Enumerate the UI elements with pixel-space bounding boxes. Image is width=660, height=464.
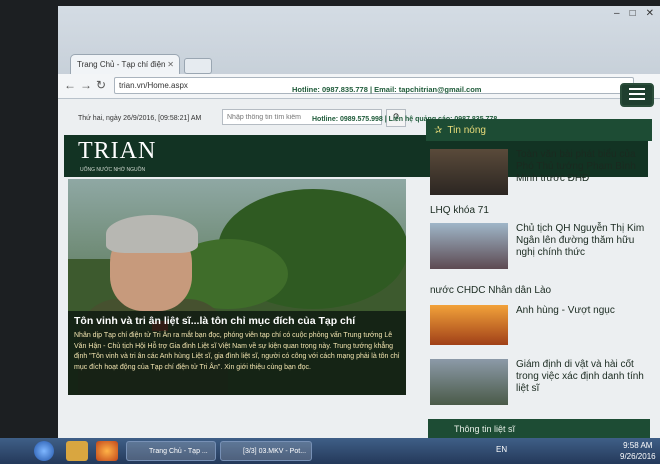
taskbar-item-label: Trang Chủ - Tạp ... (149, 447, 208, 455)
web-page: Hotline: 0987.835.778 | Email: tapchitri… (58, 83, 660, 444)
taskbar-item-label: [3/3] 03.MKV - Pot... (243, 447, 307, 455)
featured-article[interactable]: Tôn vinh và tri ân liệt sĩ...là tôn chỉ … (68, 179, 406, 395)
list-item[interactable]: Anh hùng - Vượt ngục (430, 305, 648, 355)
close-window-icon[interactable]: ✕ (646, 8, 654, 19)
list-item[interactable]: Giám định di vật và hài cốt trong việc x… (430, 359, 648, 415)
news-title[interactable]: Giám định di vật và hài cốt trong việc x… (516, 359, 646, 395)
hot-news-sidebar: ✰ Tin nóng Toàn văn bài phát biểu của Ph… (426, 119, 652, 444)
maximize-icon[interactable]: □ (630, 8, 636, 19)
close-tab-icon[interactable]: ✕ (167, 60, 174, 69)
minimize-icon[interactable]: – (614, 8, 620, 19)
list-item[interactable]: Toàn văn bài phát biểu của Phó Thủ tướng… (430, 149, 648, 219)
news-thumbnail[interactable] (430, 223, 508, 269)
hero-caption: Tôn vinh và tri ân liệt sĩ...là tôn chỉ … (68, 311, 406, 395)
folder-icon[interactable] (66, 441, 88, 461)
contact-info: Hotline: 0987.835.778 | Email: tapchitri… (292, 85, 482, 94)
taskbar-item-player[interactable]: [3/3] 03.MKV - Pot... (220, 441, 312, 461)
list-item[interactable]: Chủ tịch QH Nguyễn Thị Kim Ngân lên đườn… (430, 223, 648, 303)
menu-button[interactable] (620, 83, 654, 107)
news-title[interactable]: Anh hùng - Vượt ngục (516, 305, 646, 317)
system-clock[interactable]: 9:58 AM 9/26/2016 (620, 440, 656, 462)
taskbar-item-browser[interactable]: Trang Chủ - Tạp ... (126, 441, 216, 461)
firefox-icon[interactable] (96, 441, 118, 461)
current-date: Thứ hai, ngày 26/9/2016, [09:58:21] AM (78, 115, 202, 122)
language-indicator[interactable]: EN (496, 445, 507, 454)
reload-icon[interactable]: ↻ (96, 78, 106, 92)
new-tab-button[interactable] (184, 58, 212, 74)
tab-title: Trang Chủ - Tạp chí điện (77, 60, 166, 69)
hero-summary: Nhân dịp Tạp chí điện tử Tri Ân ra mắt b… (74, 332, 400, 371)
news-title[interactable]: Chủ tịch QH Nguyễn Thị Kim Ngân lên đườn… (516, 223, 646, 259)
browser-chrome: – □ ✕ Trang Chủ - Tạp chí điện ✕ (58, 6, 660, 76)
start-button[interactable] (34, 441, 54, 461)
forward-icon[interactable]: → (80, 78, 92, 92)
windows-taskbar: Trang Chủ - Tạp ... [3/3] 03.MKV - Pot..… (0, 438, 660, 464)
browser-tab[interactable]: Trang Chủ - Tạp chí điện ✕ (70, 54, 180, 74)
star-icon: ✰ (434, 124, 443, 136)
back-icon[interactable]: ← (64, 78, 76, 92)
logo-tagline: UỐNG NƯỚC NHỚ NGUỒN (80, 167, 146, 173)
news-thumbnail[interactable] (430, 305, 508, 345)
projected-screen: – □ ✕ Trang Chủ - Tạp chí điện ✕ ← → ↻ t… (58, 6, 660, 444)
news-thumbnail[interactable] (430, 359, 508, 405)
news-title-continued[interactable]: nước CHDC Nhân dân Lào (430, 285, 551, 296)
news-thumbnail[interactable] (430, 149, 508, 195)
window-controls: – □ ✕ (614, 8, 654, 19)
site-logo[interactable]: TRIAN (78, 138, 156, 165)
url-text: trian.vn/Home.aspx (119, 81, 188, 90)
hero-title[interactable]: Tôn vinh và tri ân liệt sĩ...là tôn chỉ … (74, 315, 404, 327)
martyr-info-title: Thông tin liệt sĩ (454, 424, 516, 434)
clock-date: 9/26/2016 (620, 452, 656, 461)
officer-hair (106, 215, 198, 253)
clock-time: 9:58 AM (623, 441, 653, 450)
news-title-continued[interactable]: LHQ khóa 71 (430, 205, 489, 216)
news-title[interactable]: Toàn văn bài phát biểu của Phó Thủ tướng… (516, 149, 646, 185)
martyr-info-heading[interactable]: Thông tin liệt sĩ (428, 419, 650, 439)
hot-news-heading: ✰ Tin nóng (426, 119, 652, 141)
hot-news-title: Tin nóng (447, 124, 486, 136)
